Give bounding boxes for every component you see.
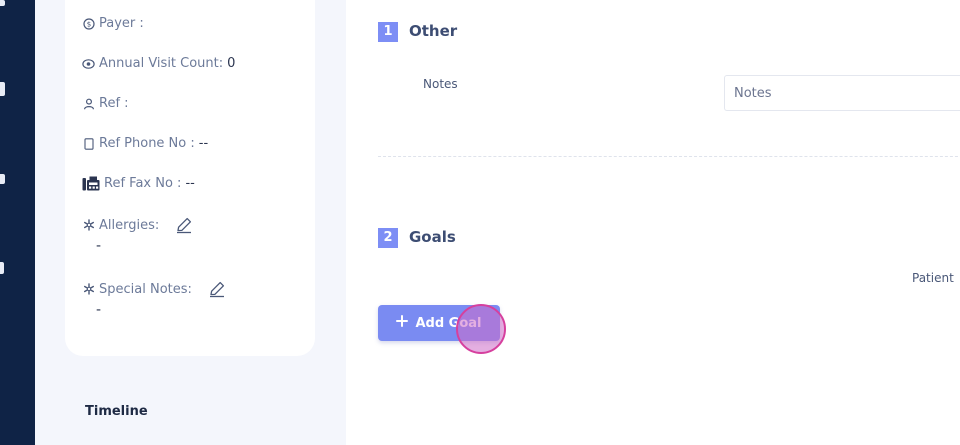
phone-icon [82, 137, 95, 150]
asterisk-icon [82, 219, 95, 232]
person-icon [82, 97, 95, 110]
asterisk-icon [82, 283, 95, 296]
allergies-value: - [96, 238, 102, 254]
main-content: 1 Other Notes 2 Goals Patient Add Goal [346, 0, 960, 445]
fax-icon [82, 176, 100, 191]
ref-fax-row: Ref Fax No : -- [82, 176, 195, 191]
payer-row: $ Payer : [82, 16, 148, 31]
ref-phone-value: -- [198, 136, 209, 151]
notes-label: Notes [423, 77, 458, 91]
allergies-label: Allergies: [99, 217, 160, 233]
nav-icon-4[interactable] [0, 262, 4, 274]
svg-text:$: $ [86, 20, 90, 28]
annual-visit-row: Annual Visit Count: 0 [82, 56, 235, 71]
nav-icon-3[interactable] [0, 174, 5, 184]
eye-icon [82, 57, 95, 70]
ref-fax-label: Ref Fax No : [104, 176, 182, 191]
nav-icon-2[interactable] [0, 82, 5, 96]
ref-phone-row: Ref Phone No : -- [82, 136, 208, 151]
annual-visit-value: 0 [227, 56, 236, 71]
section-number-goals: 2 [378, 228, 398, 248]
click-indicator [456, 304, 506, 354]
ref-fax-value: -- [185, 176, 195, 191]
patient-label: Patient [912, 271, 954, 285]
annual-visit-label: Annual Visit Count: [99, 56, 224, 71]
special-notes-row: Special Notes: [82, 280, 226, 298]
special-notes-label: Special Notes: [99, 281, 192, 297]
allergies-row: Allergies: [82, 216, 193, 234]
dollar-circle-icon: $ [82, 17, 95, 30]
notes-input[interactable] [724, 75, 960, 111]
section-number-other: 1 [378, 22, 398, 42]
pencil-icon[interactable] [175, 216, 193, 234]
section-divider [378, 156, 960, 157]
special-notes-value: - [96, 302, 102, 318]
section-title-goals: Goals [409, 228, 456, 246]
nav-sidebar [0, 0, 35, 445]
patient-panel: $ Payer : Annual Visit Count: 0 Ref : Re… [35, 0, 346, 445]
patient-info-card: $ Payer : Annual Visit Count: 0 Ref : Re… [65, 0, 315, 356]
ref-phone-label: Ref Phone No : [99, 136, 195, 151]
payer-label: Payer : [99, 16, 144, 31]
timeline-heading[interactable]: Timeline [85, 404, 148, 419]
section-title-other: Other [409, 22, 458, 40]
plus-icon [396, 315, 409, 331]
pencil-icon[interactable] [208, 280, 226, 298]
ref-row: Ref : [82, 96, 133, 111]
nav-icon-1[interactable] [0, 0, 5, 6]
ref-label: Ref : [99, 96, 129, 111]
